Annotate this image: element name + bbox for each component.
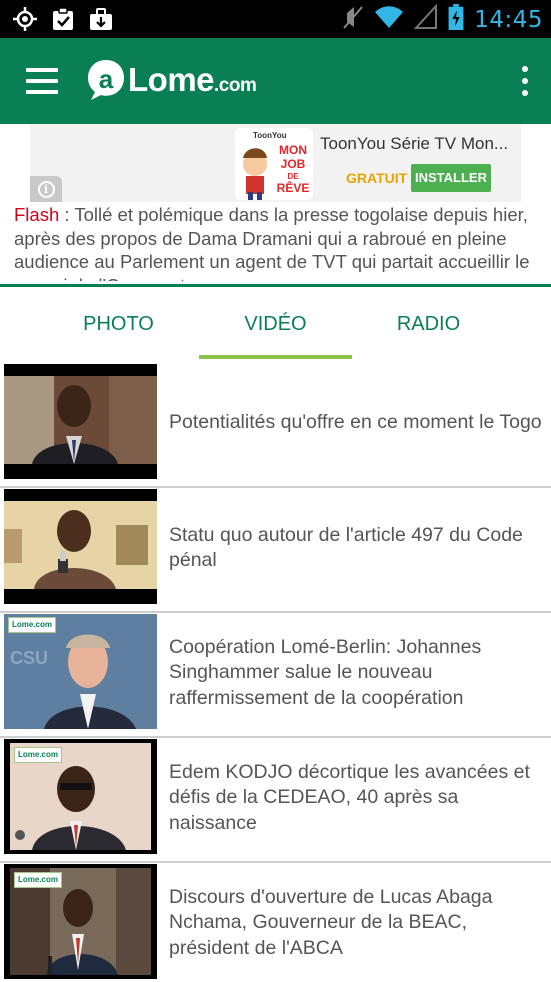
more-vert-icon[interactable]: [519, 66, 529, 98]
lome-badge: Lome.com: [8, 617, 56, 633]
tab-radio[interactable]: RADIO: [352, 287, 505, 361]
video-title: Statu quo autour de l'article 497 du Cod…: [169, 523, 523, 572]
list-item[interactable]: Lome.com Discours d'ouverture de Lucas A…: [0, 863, 551, 982]
flash-news[interactable]: Flash : Tollé et polémique dans la press…: [14, 203, 544, 281]
svg-text:DE: DE: [287, 172, 299, 181]
gps-icon: [12, 6, 38, 37]
clipboard-check-icon: [50, 6, 76, 37]
svg-text:RÊVE: RÊVE: [277, 180, 310, 195]
ad-install-button[interactable]: INSTALLER: [411, 164, 491, 192]
list-item[interactable]: Lome.com Edem KODJO décortique les avanc…: [0, 738, 551, 863]
tab-photo[interactable]: PHOTO: [42, 287, 195, 361]
lome-badge: Lome.com: [14, 872, 62, 888]
status-bar: 14:45: [0, 0, 551, 38]
video-title: Discours d'ouverture de Lucas Abaga Ncha…: [169, 885, 493, 959]
list-item[interactable]: Potentialités qu'offre en ce moment le T…: [0, 363, 551, 488]
flash-separator: :: [59, 204, 75, 225]
list-item[interactable]: CSU Lome.com Coopération Lomé-Berlin: Jo…: [0, 613, 551, 738]
ad-title[interactable]: ToonYou Série TV Mon...: [320, 134, 508, 154]
tab-video[interactable]: VIDÉO: [199, 287, 352, 361]
svg-text:a: a: [99, 64, 114, 94]
svg-text:CSU: CSU: [10, 648, 48, 668]
video-thumbnail: Lome.com: [4, 864, 157, 979]
video-title: Potentialités qu'offre en ce moment le T…: [169, 411, 542, 434]
list-item[interactable]: Statu quo autour de l'article 497 du Cod…: [0, 488, 551, 613]
battery-charging-icon: [448, 4, 464, 35]
flash-label: Flash: [14, 204, 60, 225]
logo-text: Lome: [128, 61, 215, 98]
hamburger-menu-icon[interactable]: [26, 68, 58, 94]
lome-badge: Lome.com: [14, 747, 62, 763]
signal-icon: [413, 3, 438, 35]
logo-mark-icon: a: [88, 60, 124, 100]
video-title: Edem KODJO décortique les avancées et dé…: [169, 760, 530, 834]
video-title: Coopération Lomé-Berlin: Johannes Singha…: [169, 635, 482, 709]
briefcase-icon: [88, 6, 114, 37]
ad-app-brand: ToonYou: [253, 131, 287, 140]
video-thumbnail: [4, 364, 157, 479]
mute-icon: [342, 4, 364, 35]
app-bar: a Lome.com: [0, 38, 551, 124]
media-tabs: PHOTO VIDÉO RADIO: [0, 287, 551, 361]
logo-suffix: .com: [214, 75, 257, 96]
flash-text: Tollé et polémique dans la presse togola…: [14, 204, 530, 281]
ad-info-icon[interactable]: i: [30, 176, 62, 202]
active-tab-indicator: [199, 355, 352, 359]
ad-banner[interactable]: i MON JOB DE RÊVE ToonYou ToonYou Série …: [30, 124, 521, 202]
video-thumbnail: [4, 489, 157, 604]
wifi-icon: [374, 4, 404, 35]
status-time: 14:45: [474, 6, 543, 33]
video-thumbnail: Lome.com: [4, 739, 157, 854]
app-logo[interactable]: a Lome.com: [86, 58, 257, 102]
ad-app-icon[interactable]: MON JOB DE RÊVE ToonYou: [235, 128, 313, 200]
video-list: Potentialités qu'offre en ce moment le T…: [0, 363, 551, 982]
svg-text:MON: MON: [279, 143, 307, 157]
svg-text:JOB: JOB: [281, 157, 306, 171]
video-thumbnail: CSU Lome.com: [4, 614, 157, 729]
ad-price: GRATUIT: [346, 170, 408, 186]
